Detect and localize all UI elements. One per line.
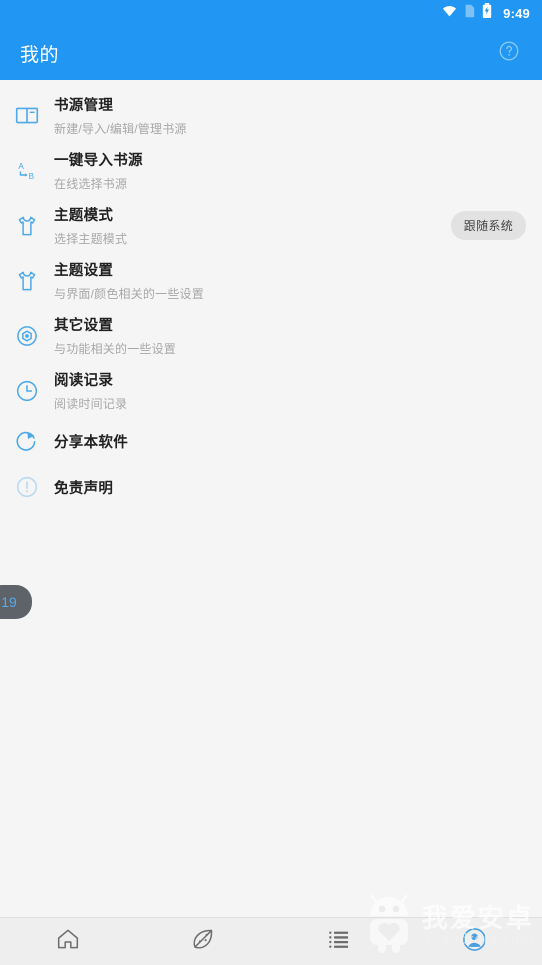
list-item-title: 主题模式 xyxy=(54,208,114,224)
leaf-discover-icon xyxy=(190,926,216,957)
list-item-text: 一键导入书源 在线选择书源 xyxy=(54,149,526,192)
bottom-navigation xyxy=(0,917,542,965)
exclamation-circle-icon xyxy=(0,474,54,500)
theme-mode-value-badge[interactable]: 跟随系统 xyxy=(450,211,526,240)
list-item-subtitle: 新建/导入/编辑/管理书源 xyxy=(54,122,187,136)
nav-item-discover[interactable] xyxy=(136,918,272,965)
list-item-text: 阅读记录 阅读时间记录 xyxy=(54,369,526,412)
status-bar-icons: 9:49 xyxy=(442,3,530,23)
nav-item-bookshelf-list[interactable] xyxy=(271,918,407,965)
profile-icon xyxy=(461,926,488,958)
home-icon xyxy=(55,926,81,957)
list-item-title: 免责声明 xyxy=(54,480,114,497)
clock-icon xyxy=(0,378,54,404)
open-book-icon xyxy=(0,103,54,129)
list-item-title: 一键导入书源 xyxy=(54,153,143,169)
page-title: 我的 xyxy=(20,44,60,66)
status-bar-clock: 9:49 xyxy=(503,5,530,21)
list-icon xyxy=(326,926,352,957)
list-item-other-settings[interactable]: 其它设置 与功能相关的一些设置 xyxy=(0,308,542,363)
list-item-theme-settings[interactable]: 主题设置 与界面/颜色相关的一些设置 xyxy=(0,253,542,308)
list-item-text: 免责声明 xyxy=(54,477,526,498)
wifi-icon xyxy=(442,4,457,22)
list-item-text: 分享本软件 xyxy=(54,431,526,452)
list-item-title: 其它设置 xyxy=(54,318,114,334)
list-item-title: 分享本软件 xyxy=(54,434,128,451)
list-item-theme-mode[interactable]: 主题模式 选择主题模式 跟随系统 xyxy=(0,198,542,253)
list-item-one-key-import[interactable]: A B 一键导入书源 在线选择书源 xyxy=(0,143,542,198)
status-bar: 9:49 xyxy=(0,0,542,26)
svg-text:A: A xyxy=(18,161,24,170)
list-item-text: 其它设置 与功能相关的一些设置 xyxy=(54,314,526,357)
list-item-subtitle: 选择主题模式 xyxy=(54,232,128,246)
nav-item-home[interactable] xyxy=(0,918,136,965)
nav-item-profile[interactable] xyxy=(407,918,542,965)
battery-charging-icon xyxy=(482,3,492,23)
settings-list: 书源管理 新建/导入/编辑/管理书源 A B 一键导入书源 在线选择书源 主题模… xyxy=(0,80,542,917)
list-item-subtitle: 在线选择书源 xyxy=(54,177,128,191)
tshirt-icon xyxy=(0,268,54,294)
list-item-text: 主题设置 与界面/颜色相关的一些设置 xyxy=(54,259,526,302)
app-bar: 我的 xyxy=(0,26,542,80)
list-item-book-source-manage[interactable]: 书源管理 新建/导入/编辑/管理书源 xyxy=(0,88,542,143)
list-item-reading-record[interactable]: 阅读记录 阅读时间记录 xyxy=(0,363,542,418)
help-circle-icon xyxy=(498,40,520,67)
list-item-subtitle: 与功能相关的一些设置 xyxy=(54,342,177,356)
tshirt-icon xyxy=(0,213,54,239)
list-item-title: 阅读记录 xyxy=(54,373,114,389)
help-button[interactable] xyxy=(494,38,524,68)
svg-text:B: B xyxy=(29,172,34,181)
counter-badge[interactable]: 19 xyxy=(0,585,32,619)
a-to-b-import-icon: A B xyxy=(0,158,54,184)
list-item-title: 书源管理 xyxy=(54,98,114,114)
list-item-subtitle: 阅读时间记录 xyxy=(54,397,128,411)
list-item-disclaimer[interactable]: 免责声明 xyxy=(0,464,542,510)
list-item-title: 主题设置 xyxy=(54,263,114,279)
list-item-share-app[interactable]: 分享本软件 xyxy=(0,418,542,464)
share-refresh-icon xyxy=(0,428,54,454)
list-item-text: 主题模式 选择主题模式 xyxy=(54,204,451,247)
sim-card-icon xyxy=(464,4,475,23)
app-root: 9:49 我的 书源管理 新建/导入/编辑/管理书源 A B 一键导入书源 在线… xyxy=(0,0,542,965)
list-item-text: 书源管理 新建/导入/编辑/管理书源 xyxy=(54,94,526,137)
list-item-subtitle: 与界面/颜色相关的一些设置 xyxy=(54,287,204,301)
gear-hexagon-icon xyxy=(0,323,54,349)
